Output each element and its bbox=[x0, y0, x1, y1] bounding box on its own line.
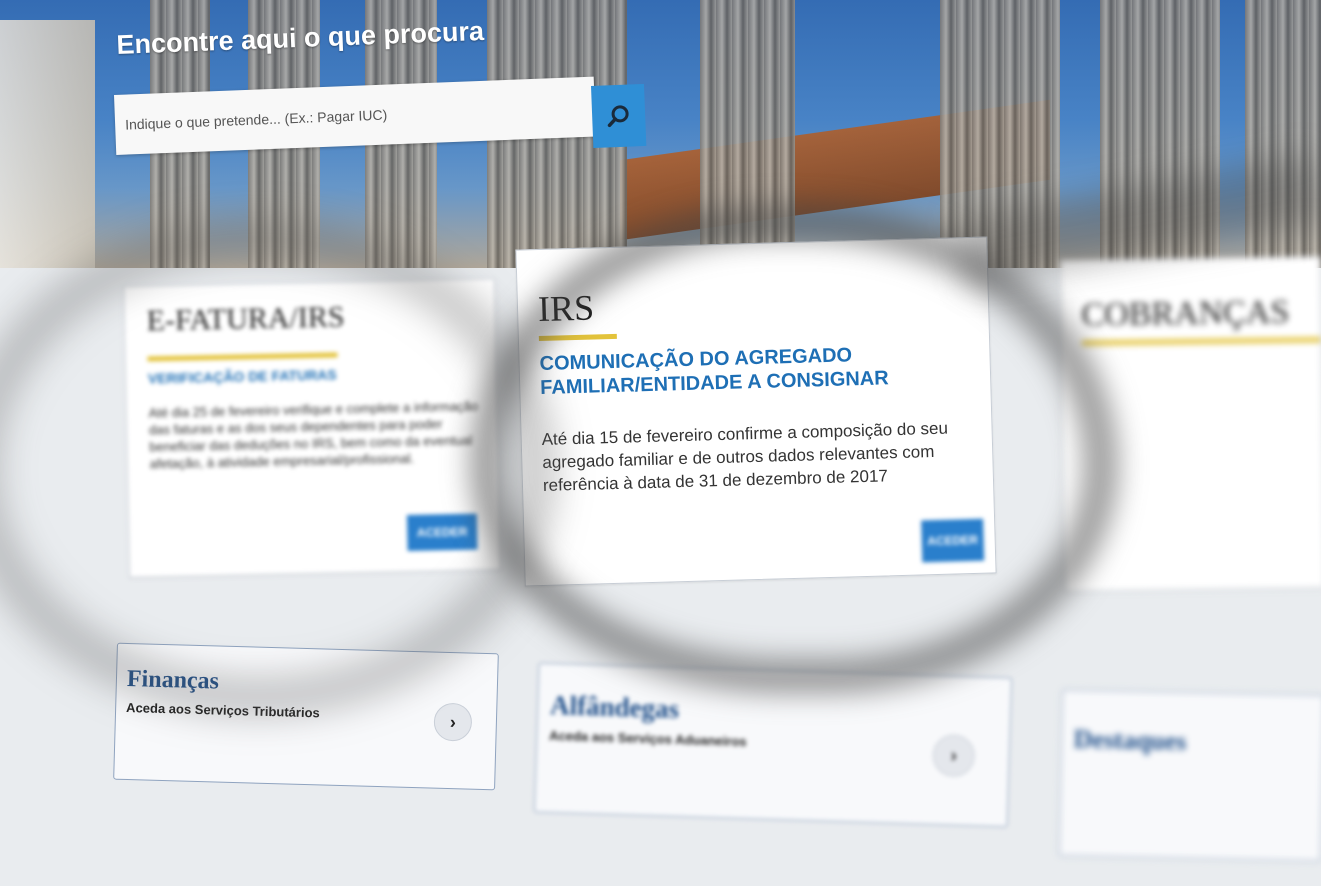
link-title: Destaques bbox=[1073, 724, 1187, 756]
link-title: Alfândegas bbox=[549, 689, 680, 725]
title-underline bbox=[538, 333, 617, 342]
card-title: COBRANÇAS bbox=[1081, 293, 1290, 334]
card-efatura: E-FATURA/IRS VERIFICAÇÃO DE FATURAS Até … bbox=[122, 278, 502, 578]
search-button[interactable] bbox=[591, 83, 647, 148]
hero-banner: Encontre aqui o que procura bbox=[0, 0, 1321, 268]
aceder-button[interactable]: ACEDER bbox=[921, 518, 985, 563]
link-description: Aceda aos Serviços Tributários bbox=[125, 699, 320, 721]
card-irs: IRS COMUNICAÇÃO DO AGREGADO FAMILIAR/ENT… bbox=[515, 236, 997, 587]
search-icon bbox=[607, 105, 629, 128]
title-underline bbox=[1081, 337, 1321, 346]
chevron-right-icon[interactable]: › bbox=[932, 734, 976, 778]
card-description: Até dia 15 de fevereiro confirme a compo… bbox=[541, 418, 949, 495]
link-title: Finanças bbox=[126, 665, 220, 695]
card-description bbox=[1083, 387, 1313, 390]
card-subtitle bbox=[1082, 353, 1312, 356]
card-subtitle: COMUNICAÇÃO DO AGREGADO FAMILIAR/ENTIDAD… bbox=[539, 344, 889, 400]
chevron-right-icon[interactable]: › bbox=[433, 702, 473, 742]
card-subtitle: VERIFICAÇÃO DE FATURAS bbox=[147, 366, 337, 387]
card-title: IRS bbox=[537, 287, 595, 330]
card-cobrancas: COBRANÇAS bbox=[1059, 256, 1321, 592]
card-description: Até dia 25 de fevereiro verifique e comp… bbox=[148, 398, 479, 472]
link-alfandegas[interactable]: Alfândegas Aceda aos Serviços Aduaneiros… bbox=[533, 662, 1013, 828]
card-title: E-FATURA/IRS bbox=[146, 300, 345, 338]
aceder-button[interactable]: ACEDER bbox=[406, 513, 478, 552]
link-financas[interactable]: Finanças Aceda aos Serviços Tributários … bbox=[113, 642, 499, 791]
link-destaques[interactable]: Destaques bbox=[1058, 689, 1321, 862]
link-description: Aceda aos Serviços Aduaneiros bbox=[548, 727, 747, 750]
title-underline bbox=[147, 352, 338, 362]
